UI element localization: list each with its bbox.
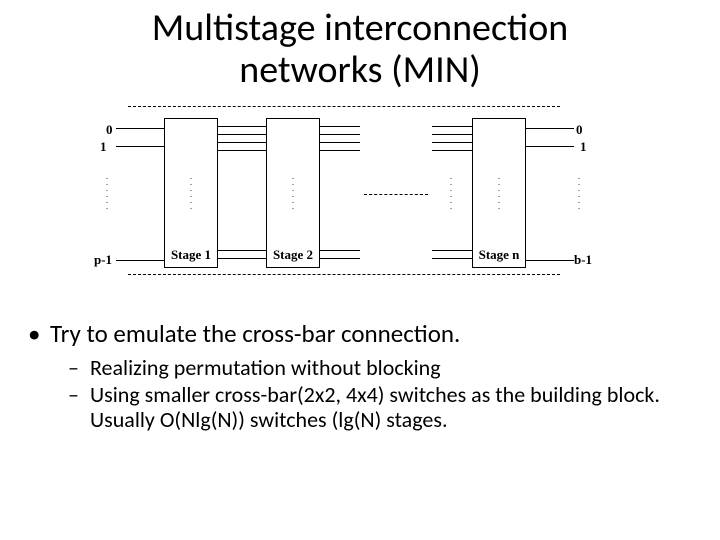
wire-s1-s2-a (218, 126, 266, 127)
wire-s2-out-f (320, 258, 360, 259)
left-port-last-label: p-1 (94, 252, 112, 268)
wire-s1-s2-c (218, 142, 266, 143)
stage-1-vdots: . . . . . . (165, 174, 217, 210)
left-vdots: . . . . . . (106, 174, 108, 210)
bullet-list: Try to emulate the cross-bar connection.… (28, 320, 692, 435)
pre-sn-vdots: . . . . . . (450, 174, 452, 210)
min-diagram: 0 1 . . . . . . p-1 . . . . . . Stage 1 … (108, 104, 580, 304)
title-line-1: Multistage interconnection (152, 5, 568, 51)
wire-s1-s2-d (218, 150, 266, 151)
wire-in-0 (116, 128, 164, 129)
right-port-0-label: 0 (576, 122, 583, 138)
wire-s2-out-e (320, 250, 360, 251)
wire-in-last (116, 260, 164, 261)
wire-s1-s2-e (218, 250, 266, 251)
right-port-last-label: b-1 (574, 252, 592, 268)
left-port-1-label: 1 (100, 139, 107, 155)
bullet-2a: Realizing permutation without blocking (28, 355, 692, 380)
stage-2-label: Stage 2 (267, 247, 319, 263)
stage-n-box: . . . . . . Stage n (472, 118, 526, 268)
diagram-border-bottom (128, 274, 560, 275)
wire-out-1 (526, 146, 574, 147)
wire-sn-in-d (432, 150, 472, 151)
wire-s2-out-c (320, 142, 360, 143)
wire-out-last (526, 260, 574, 261)
stage-2-box: . . . . . . Stage 2 (266, 118, 320, 268)
diagram-border-top (128, 106, 560, 107)
slide: Multistage interconnection networks (MIN… (0, 0, 720, 540)
stage-n-label: Stage n (473, 247, 525, 263)
wire-s2-out-d (320, 150, 360, 151)
wire-s2-out-a (320, 126, 360, 127)
stage-1-label: Stage 1 (165, 247, 217, 263)
wire-sn-in-b (432, 134, 472, 135)
right-vdots: . . . . . . (578, 174, 580, 210)
stage-n-vdots: . . . . . . (473, 174, 525, 210)
bullet-1: Try to emulate the cross-bar connection. (28, 320, 692, 349)
wire-s1-s2-f (218, 258, 266, 259)
title-line-2: networks (MIN) (239, 47, 481, 93)
wire-s2-out-b (320, 134, 360, 135)
bullet-2b: Using smaller cross-bar(2x2, 4x4) switch… (28, 382, 692, 433)
stage-1-box: . . . . . . Stage 1 (164, 118, 218, 268)
slide-title: Multistage interconnection networks (MIN… (0, 8, 720, 92)
wire-s1-s2-b (218, 134, 266, 135)
wire-in-1 (116, 146, 164, 147)
stage-ellipsis (364, 194, 428, 195)
left-port-0-label: 0 (106, 122, 113, 138)
wire-sn-in-c (432, 142, 472, 143)
wire-sn-in-f (432, 258, 472, 259)
wire-sn-in-a (432, 126, 472, 127)
right-port-1-label: 1 (580, 139, 587, 155)
stage-2-vdots: . . . . . . (267, 174, 319, 210)
wire-sn-in-e (432, 250, 472, 251)
wire-out-0 (526, 128, 574, 129)
